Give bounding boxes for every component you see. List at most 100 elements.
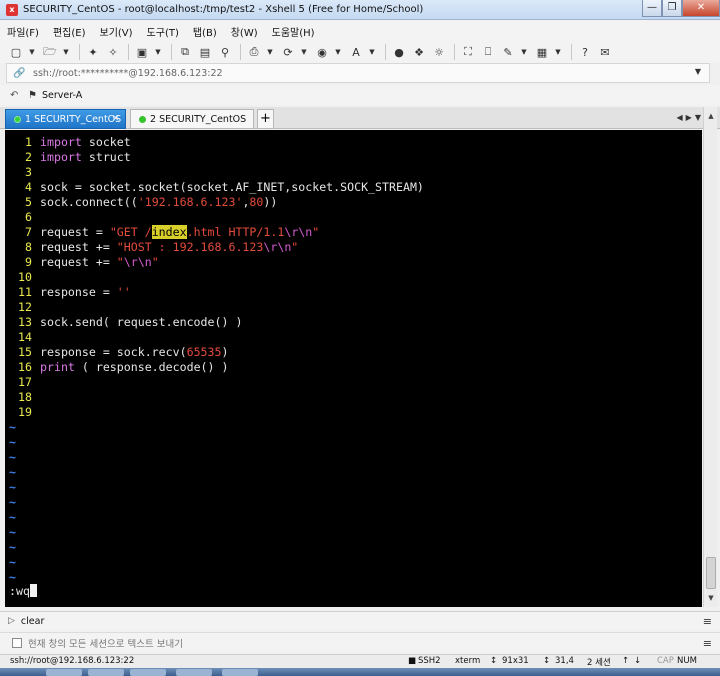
code-text: sock = socket.socket(socket.AF_INET,sock… bbox=[40, 180, 424, 194]
taskbar-app[interactable] bbox=[88, 669, 124, 676]
code-token: '192.168.6.123' bbox=[137, 195, 243, 209]
chat-icon[interactable]: ✉ bbox=[597, 44, 613, 60]
chevron-down-icon[interactable]: ▼ bbox=[154, 44, 162, 60]
taskbar-app[interactable] bbox=[176, 669, 212, 676]
menu-file[interactable]: 파일(F) bbox=[0, 24, 46, 39]
code-line: 14 bbox=[5, 330, 40, 345]
globe-icon[interactable]: ◉ bbox=[314, 44, 330, 60]
code-line: 11 response = '' bbox=[5, 285, 131, 300]
script-icon[interactable]: ❖ bbox=[411, 44, 427, 60]
status-download-icon: ↓ bbox=[634, 656, 642, 666]
lock-icon[interactable]: ● bbox=[391, 44, 407, 60]
tab-session-2[interactable]: 2 SECURITY_CentOS bbox=[130, 109, 254, 129]
code-token: " bbox=[151, 255, 159, 269]
link-server-a[interactable]: Server-A bbox=[42, 90, 82, 101]
line-number: 9 bbox=[25, 255, 32, 269]
send-to-all-checkbox[interactable] bbox=[12, 637, 22, 648]
quick-command-clear[interactable]: clear bbox=[21, 616, 44, 627]
code-line: 19 bbox=[5, 405, 40, 420]
status-size: 91x31 bbox=[502, 656, 529, 666]
toolbar-divider bbox=[79, 44, 80, 60]
taskbar-app[interactable] bbox=[46, 669, 82, 676]
menu-window[interactable]: 창(W) bbox=[224, 24, 265, 39]
chevron-down-icon[interactable]: ▼ bbox=[300, 44, 308, 60]
lock-screen-icon[interactable]: ⎕ bbox=[480, 44, 496, 60]
tab-navigation-icons[interactable]: ◀▶▼ bbox=[677, 113, 704, 122]
send-to-all-input[interactable]: 현재 창의 모든 세션으로 텍스트 보내기 bbox=[28, 636, 183, 650]
layout-icon[interactable]: ▦ bbox=[534, 44, 550, 60]
status-upload-icon: ↑ bbox=[622, 656, 630, 666]
menu-view[interactable]: 보기(V) bbox=[93, 24, 140, 39]
vim-tilde-marker: ~ bbox=[9, 555, 16, 569]
line-number: 4 bbox=[25, 180, 32, 194]
compose-icon[interactable]: ✎ bbox=[500, 44, 516, 60]
chevron-down-icon[interactable]: ▼ bbox=[62, 44, 70, 60]
code-token: '' bbox=[116, 285, 131, 299]
address-bar[interactable]: 🔗 ssh://root:**********@192.168.6.123:22… bbox=[6, 63, 710, 83]
line-number: 5 bbox=[25, 195, 32, 209]
code-text: sock.send( request.encode() ) bbox=[40, 315, 242, 329]
chevron-down-icon[interactable]: ▼ bbox=[28, 44, 36, 60]
status-lock-icon: ■ bbox=[408, 656, 417, 666]
font-icon[interactable]: A bbox=[348, 44, 364, 60]
quick-command-bar: ▷ clear ≡ bbox=[0, 611, 720, 630]
vim-command-line[interactable]: :wq bbox=[9, 584, 37, 599]
paste-icon[interactable]: ▤ bbox=[197, 44, 213, 60]
status-terminal-type: xterm bbox=[455, 656, 481, 666]
add-tab-button[interactable]: + bbox=[257, 109, 274, 129]
tab-session-1[interactable]: 1 SECURITY_CentOS × bbox=[5, 109, 126, 129]
vertical-scrollbar[interactable]: ▲ ▼ bbox=[703, 107, 717, 607]
find-icon[interactable]: ⚲ bbox=[217, 44, 233, 60]
help-icon[interactable]: ? bbox=[577, 44, 593, 60]
menu-tools[interactable]: 도구(T) bbox=[140, 24, 186, 39]
menu-icon[interactable]: ≡ bbox=[703, 637, 712, 650]
menu-bar: 파일(F) 편집(E) 보기(V) 도구(T) 탭(B) 창(W) 도움말(H) bbox=[0, 21, 720, 41]
chevron-down-icon[interactable]: ▼ bbox=[695, 67, 701, 76]
chevron-down-icon[interactable]: ▼ bbox=[554, 44, 562, 60]
code-token: " bbox=[312, 225, 320, 239]
minimize-button[interactable]: — bbox=[642, 0, 662, 17]
scroll-thumb[interactable] bbox=[706, 557, 716, 589]
line-number: 19 bbox=[18, 405, 32, 419]
properties-icon[interactable]: ▣ bbox=[134, 44, 150, 60]
restore-button[interactable]: ❐ bbox=[662, 0, 682, 17]
code-token: "GET / bbox=[109, 225, 152, 239]
transfer-icon[interactable]: ⟳ bbox=[280, 44, 296, 60]
new-session-icon[interactable]: ▢ bbox=[8, 44, 24, 60]
address-input[interactable]: ssh://root:**********@192.168.6.123:22 bbox=[33, 68, 223, 79]
reconnect-icon[interactable]: ✦ bbox=[85, 44, 101, 60]
fullscreen-icon[interactable]: ⛶ bbox=[460, 44, 476, 60]
links-grip-icon[interactable]: ↶ bbox=[10, 90, 20, 101]
disconnect-icon[interactable]: ✧ bbox=[105, 44, 121, 60]
code-token: request += bbox=[40, 255, 117, 269]
copy-icon[interactable]: ⧉ bbox=[177, 44, 193, 60]
chevron-down-icon[interactable]: ▼ bbox=[334, 44, 342, 60]
line-number: 16 bbox=[18, 360, 32, 374]
code-token: request += bbox=[40, 240, 117, 254]
taskbar-app[interactable] bbox=[130, 669, 166, 676]
print-icon[interactable]: ⎙ bbox=[246, 44, 262, 60]
close-button[interactable]: ✕ bbox=[682, 0, 720, 17]
line-number: 18 bbox=[18, 390, 32, 404]
menu-tab[interactable]: 탭(B) bbox=[186, 24, 224, 39]
line-number: 12 bbox=[18, 300, 32, 314]
xshell-app-icon[interactable]: x bbox=[6, 3, 18, 16]
scroll-down-arrow-icon[interactable]: ▼ bbox=[704, 591, 718, 605]
taskbar-app[interactable] bbox=[222, 669, 258, 676]
status-cursor-icon: ↕ bbox=[543, 656, 551, 666]
terminal-area[interactable]: 1 import socket 2 import struct 3 4 sock = soc… bbox=[5, 130, 702, 607]
toolbar-divider bbox=[571, 44, 572, 60]
code-token: sock.send( request.encode() ) bbox=[40, 315, 243, 329]
chevron-down-icon[interactable]: ▼ bbox=[520, 44, 528, 60]
code-line: 9 request += "\r\n" bbox=[5, 255, 159, 270]
menu-edit[interactable]: 편집(E) bbox=[46, 24, 93, 39]
chevron-down-icon[interactable]: ▼ bbox=[266, 44, 274, 60]
close-tab-icon[interactable]: × bbox=[112, 113, 120, 124]
menu-icon[interactable]: ≡ bbox=[703, 615, 712, 628]
open-folder-icon[interactable]: 🗁 bbox=[42, 44, 58, 60]
status-sessions: 2 세션 bbox=[587, 658, 611, 668]
scroll-up-arrow-icon[interactable]: ▲ bbox=[704, 109, 718, 123]
chevron-down-icon[interactable]: ▼ bbox=[368, 44, 376, 60]
menu-help[interactable]: 도움말(H) bbox=[265, 24, 322, 39]
options-icon[interactable]: ☼ bbox=[431, 44, 447, 60]
